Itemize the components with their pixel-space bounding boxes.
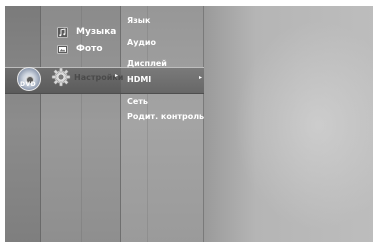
- disc-column: [0, 0, 41, 246]
- submenu-item-parental-control[interactable]: Родит. контроль: [127, 111, 204, 123]
- submenu-item-display[interactable]: Дисплей: [127, 58, 167, 70]
- submenu-item-audio[interactable]: Аудио: [127, 37, 156, 49]
- submenu-item-hdmi[interactable]: HDMI: [127, 74, 151, 86]
- gear-icon: [51, 67, 71, 87]
- main-menu-item-photo[interactable]: Фото: [57, 42, 103, 56]
- disc-label: DVD: [20, 81, 37, 88]
- background-glow: [234, 20, 374, 230]
- main-menu-item-music[interactable]: Музыка: [57, 25, 116, 39]
- main-menu-item-label: Музыка: [76, 27, 117, 37]
- chevron-right-icon: ▸: [199, 74, 203, 81]
- setup-menu-screen: DVD Музыка Фото Настройки ▸ Язык Аудио Д…: [0, 0, 376, 246]
- chevron-right-icon: ▸: [115, 72, 119, 79]
- music-note-icon: [57, 26, 68, 38]
- submenu-item-network[interactable]: Сеть: [127, 96, 148, 108]
- content-area: [204, 0, 376, 246]
- submenu-item-language[interactable]: Язык: [127, 15, 150, 27]
- main-menu-item-label: Фото: [76, 44, 103, 54]
- photo-icon: [57, 44, 68, 54]
